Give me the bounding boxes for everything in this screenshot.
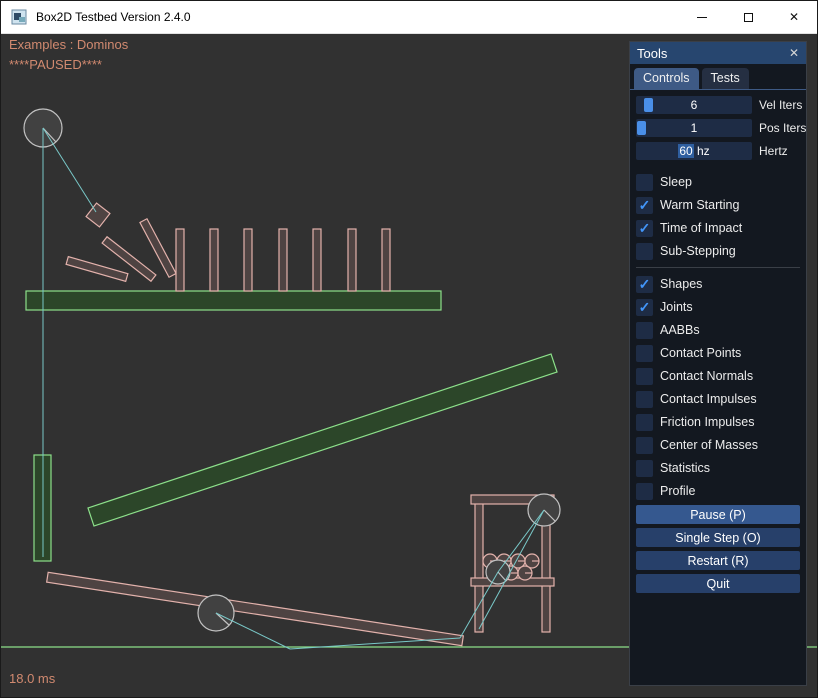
statistics-label: Statistics bbox=[660, 461, 710, 475]
checkbox-row-aabbs[interactable]: AABBs bbox=[636, 321, 800, 339]
pause-button[interactable]: Pause (P) bbox=[636, 505, 800, 524]
friction-impulses-checkbox[interactable] bbox=[636, 414, 653, 431]
dominos-platform bbox=[26, 291, 441, 310]
checkbox-row-center-of-masses[interactable]: Center of Masses bbox=[636, 436, 800, 454]
contact-points-checkbox[interactable] bbox=[636, 345, 653, 362]
checkbox-row-profile[interactable]: Profile bbox=[636, 482, 800, 500]
hertz-selected-value: 60 bbox=[678, 144, 693, 158]
pos-iters-value: 1 bbox=[636, 119, 752, 137]
check-icon: ✓ bbox=[639, 277, 651, 291]
single-step-button[interactable]: Single Step (O) bbox=[636, 528, 800, 547]
aabbs-checkbox[interactable] bbox=[636, 322, 653, 339]
window-title: Box2D Testbed Version 2.4.0 bbox=[36, 10, 191, 24]
checkbox-row-warm-starting[interactable]: ✓ Warm Starting bbox=[636, 196, 800, 214]
warm-starting-checkbox[interactable]: ✓ bbox=[636, 197, 653, 214]
minimize-icon bbox=[697, 17, 707, 18]
hertz-input[interactable]: 60 hz bbox=[636, 142, 752, 160]
warm-starting-label: Warm Starting bbox=[660, 198, 739, 212]
contact-points-label: Contact Points bbox=[660, 346, 741, 360]
tools-tabbar: Controls Tests bbox=[630, 64, 806, 90]
paused-label: ****PAUSED**** bbox=[9, 57, 102, 72]
close-button[interactable]: ✕ bbox=[771, 1, 817, 33]
checkbox-row-statistics[interactable]: Statistics bbox=[636, 459, 800, 477]
contact-normals-checkbox[interactable] bbox=[636, 368, 653, 385]
shapes-checkbox[interactable]: ✓ bbox=[636, 276, 653, 293]
checkbox-row-sleep[interactable]: Sleep bbox=[636, 173, 800, 191]
check-icon: ✓ bbox=[639, 300, 651, 314]
tools-panel-titlebar[interactable]: Tools ✕ bbox=[630, 42, 806, 64]
hertz-row: 60 hz Hertz bbox=[636, 142, 800, 160]
contact-normals-label: Contact Normals bbox=[660, 369, 753, 383]
tools-panel-title: Tools bbox=[637, 46, 667, 61]
contact-impulses-label: Contact Impulses bbox=[660, 392, 757, 406]
sleep-checkbox[interactable] bbox=[636, 174, 653, 191]
vel-iters-row: 6 Vel Iters bbox=[636, 96, 800, 114]
panel-close-icon[interactable]: ✕ bbox=[789, 47, 799, 59]
aabbs-label: AABBs bbox=[660, 323, 700, 337]
vel-iters-slider[interactable]: 6 bbox=[636, 96, 752, 114]
tab-controls[interactable]: Controls bbox=[634, 68, 699, 89]
minimize-button[interactable] bbox=[679, 1, 725, 33]
checkbox-row-sub-stepping[interactable]: Sub-Stepping bbox=[636, 242, 800, 260]
joints-label: Joints bbox=[660, 300, 693, 314]
window-titlebar[interactable]: Box2D Testbed Version 2.4.0 ✕ bbox=[1, 1, 817, 34]
dominos[interactable] bbox=[66, 219, 390, 291]
tools-panel: Tools ✕ Controls Tests 6 Vel Iters 1 bbox=[629, 41, 807, 686]
maximize-icon bbox=[744, 13, 753, 22]
caption-buttons: ✕ bbox=[679, 1, 817, 33]
restart-button[interactable]: Restart (R) bbox=[636, 551, 800, 570]
quit-button[interactable]: Quit bbox=[636, 574, 800, 593]
hertz-label: Hertz bbox=[759, 144, 788, 158]
maximize-button[interactable] bbox=[725, 1, 771, 33]
center-of-masses-label: Center of Masses bbox=[660, 438, 758, 452]
checkbox-row-contact-points[interactable]: Contact Points bbox=[636, 344, 800, 362]
close-icon: ✕ bbox=[789, 11, 799, 23]
separator bbox=[636, 267, 800, 268]
vel-iters-label: Vel Iters bbox=[759, 98, 802, 112]
seesaw-plank[interactable] bbox=[47, 572, 464, 645]
pos-iters-slider[interactable]: 1 bbox=[636, 119, 752, 137]
shapes-label: Shapes bbox=[660, 277, 702, 291]
statistics-checkbox[interactable] bbox=[636, 460, 653, 477]
contact-impulses-checkbox[interactable] bbox=[636, 391, 653, 408]
profile-checkbox[interactable] bbox=[636, 483, 653, 500]
time-of-impact-checkbox[interactable]: ✓ bbox=[636, 220, 653, 237]
sub-stepping-checkbox[interactable] bbox=[636, 243, 653, 260]
sleep-label: Sleep bbox=[660, 175, 692, 189]
hanging-box[interactable] bbox=[86, 203, 110, 227]
friction-impulses-label: Friction Impulses bbox=[660, 415, 754, 429]
pos-iters-label: Pos Iters bbox=[759, 121, 806, 135]
profile-label: Profile bbox=[660, 484, 695, 498]
app-window: Box2D Testbed Version 2.4.0 ✕ Examples :… bbox=[0, 0, 818, 698]
checkbox-row-shapes[interactable]: ✓ Shapes bbox=[636, 275, 800, 293]
joints-checkbox[interactable]: ✓ bbox=[636, 299, 653, 316]
checkbox-row-friction-impulses[interactable]: Friction Impulses bbox=[636, 413, 800, 431]
check-icon: ✓ bbox=[639, 221, 651, 235]
center-of-masses-checkbox[interactable] bbox=[636, 437, 653, 454]
hertz-suffix: hz bbox=[694, 144, 710, 158]
checkbox-row-contact-normals[interactable]: Contact Normals bbox=[636, 367, 800, 385]
tab-tests[interactable]: Tests bbox=[702, 68, 749, 89]
checkbox-row-time-of-impact[interactable]: ✓ Time of Impact bbox=[636, 219, 800, 237]
example-label: Examples : Dominos bbox=[9, 37, 128, 52]
frame-time-label: 18.0 ms bbox=[9, 671, 55, 686]
app-icon bbox=[11, 9, 27, 25]
check-icon: ✓ bbox=[639, 198, 651, 212]
time-of-impact-label: Time of Impact bbox=[660, 221, 742, 235]
tools-panel-content: 6 Vel Iters 1 Pos Iters 60 hz Hertz bbox=[630, 90, 806, 597]
pos-iters-row: 1 Pos Iters bbox=[636, 119, 800, 137]
vel-iters-value: 6 bbox=[636, 96, 752, 114]
sub-stepping-label: Sub-Stepping bbox=[660, 244, 736, 258]
checkbox-row-contact-impulses[interactable]: Contact Impulses bbox=[636, 390, 800, 408]
checkbox-row-joints[interactable]: ✓ Joints bbox=[636, 298, 800, 316]
